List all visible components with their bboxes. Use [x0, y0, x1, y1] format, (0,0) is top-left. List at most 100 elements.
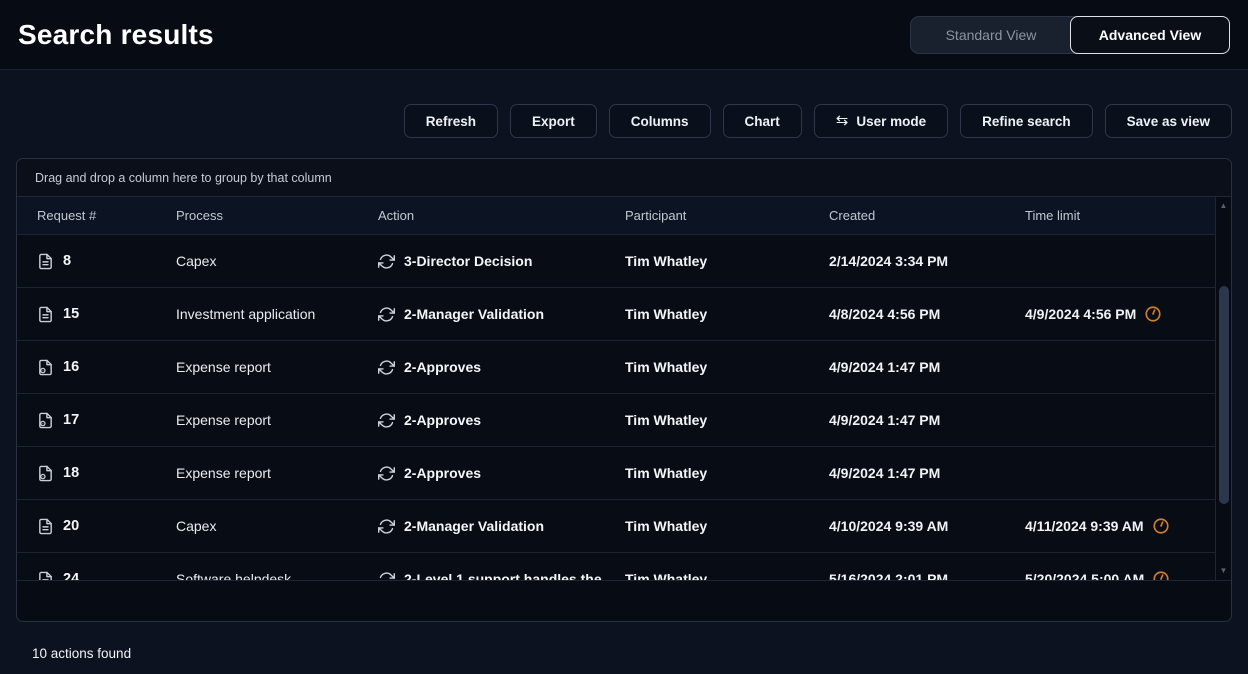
action-cell: 2-Manager Validation	[378, 518, 625, 535]
column-header-request[interactable]: Request #	[37, 208, 176, 223]
action-label: 2-Approves	[404, 359, 481, 375]
action-cell: 2-Approves	[378, 412, 625, 429]
time-limit-cell: 4/11/2024 9:39 AM	[1025, 517, 1215, 535]
participant-cell: Tim Whatley	[625, 359, 829, 375]
request-cell: 18	[37, 464, 176, 483]
time-limit-value: 5/20/2024 5:00 AM	[1025, 571, 1144, 580]
sync-icon	[378, 465, 395, 482]
table-row[interactable]: 20Capex2-Manager ValidationTim Whatley4/…	[17, 500, 1215, 553]
table-row[interactable]: 8 Capex 3-Director Decision Tim Whatley2/14…	[17, 235, 1215, 288]
sync-icon	[378, 253, 395, 270]
clock-icon	[1144, 305, 1162, 323]
column-header-participant[interactable]: Participant	[625, 208, 829, 223]
file-text-icon	[37, 305, 54, 324]
table-body: 8Capex3-Director DecisionTim Whatley2/14…	[17, 235, 1215, 580]
sync-icon	[378, 412, 395, 429]
action-cell: 2-Approves	[378, 465, 625, 482]
user-mode-label: User mode	[856, 114, 926, 129]
scrollbar-thumb[interactable]	[1219, 286, 1229, 504]
column-header-action[interactable]: Action	[378, 208, 625, 223]
refine-search-button[interactable]: Refine search	[960, 104, 1093, 138]
process-cell: Expense report	[176, 412, 378, 428]
action-label: 2-Manager Validation	[404, 518, 544, 534]
action-cell: 2-Manager Validation	[378, 306, 625, 323]
action-cell: 2-Approves	[378, 359, 625, 376]
action-label: 2-Approves	[404, 465, 481, 481]
process-cell: Capex	[176, 253, 378, 269]
participant-cell: Tim Whatley	[625, 518, 829, 534]
created-cell: 4/9/2024 1:47 PM	[829, 465, 1025, 481]
process-cell: Software helpdesk	[176, 571, 378, 580]
refresh-button[interactable]: Refresh	[404, 104, 498, 138]
created-cell: 4/8/2024 4:56 PM	[829, 306, 1025, 322]
toolbar: Refresh Export Columns Chart ⇆ User mode…	[0, 70, 1248, 158]
request-cell: 15	[37, 305, 176, 324]
sync-icon	[378, 571, 395, 581]
created-cell: 5/16/2024 2:01 PM	[829, 571, 1025, 580]
table-row[interactable]: 15Investment application2-Manager Valida…	[17, 288, 1215, 341]
created-cell: 4/9/2024 1:47 PM	[829, 412, 1025, 428]
column-header-process[interactable]: Process	[176, 208, 378, 223]
clock-icon	[1152, 517, 1170, 535]
process-cell: Expense report	[176, 359, 378, 375]
process-cell: Expense report	[176, 465, 378, 481]
action-label: 2-Manager Validation	[404, 306, 544, 322]
grid-table: Request # Process Action Participant Cre…	[17, 197, 1215, 580]
participant-cell: Tim Whatley	[625, 306, 829, 322]
file-text-icon	[37, 252, 54, 271]
vertical-scrollbar[interactable]: ▲ ▼	[1215, 197, 1231, 580]
participant-cell: Tim Whatley	[625, 571, 829, 580]
request-number: 8	[63, 253, 71, 269]
file-gear-icon	[37, 358, 54, 377]
request-number: 18	[63, 465, 79, 481]
created-cell: 4/10/2024 9:39 AM	[829, 518, 1025, 534]
group-by-drop-zone[interactable]: Drag and drop a column here to group by …	[17, 159, 1231, 197]
status-text: 10 actions found	[0, 622, 1248, 661]
action-label: 3-Director Decision	[404, 253, 532, 269]
swap-arrows-icon: ⇆	[836, 113, 849, 128]
export-button[interactable]: Export	[510, 104, 597, 138]
request-number: 16	[63, 359, 79, 375]
chart-button[interactable]: Chart	[723, 104, 802, 138]
grid-viewport: Request # Process Action Participant Cre…	[17, 197, 1231, 581]
participant-cell: Tim Whatley	[625, 412, 829, 428]
created-cell: 4/9/2024 1:47 PM	[829, 359, 1025, 375]
request-cell: 16	[37, 358, 176, 377]
view-toggle: Standard View Advanced View	[910, 16, 1230, 54]
file-text-icon	[37, 517, 54, 536]
request-cell: 20	[37, 517, 176, 536]
request-number: 20	[63, 518, 79, 534]
column-header-created[interactable]: Created	[829, 208, 1025, 223]
save-as-view-button[interactable]: Save as view	[1105, 104, 1232, 138]
time-limit-cell: 4/9/2024 4:56 PM	[1025, 305, 1215, 323]
user-mode-button[interactable]: ⇆ User mode	[814, 104, 948, 138]
action-label: 2-Level 1 support handles the	[404, 571, 602, 580]
sync-icon	[378, 359, 395, 376]
table-row[interactable]: 16 Expense report 2-Approves Tim Whatley4/9…	[17, 341, 1215, 394]
request-number: 24	[63, 571, 79, 580]
request-cell: 8	[37, 252, 176, 271]
table-row[interactable]: 24 Software helpdesk 2-Level 1 support han…	[17, 553, 1215, 580]
file-gear-icon	[37, 411, 54, 430]
request-number: 17	[63, 412, 79, 428]
columns-button[interactable]: Columns	[609, 104, 711, 138]
scroll-up-icon[interactable]: ▲	[1220, 202, 1228, 210]
advanced-view-button[interactable]: Advanced View	[1070, 16, 1230, 54]
standard-view-button[interactable]: Standard View	[911, 17, 1071, 53]
process-cell: Capex	[176, 518, 378, 534]
table-row[interactable]: 18 Expense report 2-Approves Tim Whatley4/9…	[17, 447, 1215, 500]
sync-icon	[378, 518, 395, 535]
results-grid: Drag and drop a column here to group by …	[16, 158, 1232, 622]
top-bar: Search results Standard View Advanced Vi…	[0, 0, 1248, 70]
scroll-down-icon[interactable]: ▼	[1220, 567, 1228, 575]
file-gear-icon	[37, 464, 54, 483]
created-cell: 2/14/2024 3:34 PM	[829, 253, 1025, 269]
request-cell: 17	[37, 411, 176, 430]
action-label: 2-Approves	[404, 412, 481, 428]
table-row[interactable]: 17 Expense report 2-Approves Tim Whatley4/9…	[17, 394, 1215, 447]
participant-cell: Tim Whatley	[625, 253, 829, 269]
request-number: 15	[63, 306, 79, 322]
action-cell: 2-Level 1 support handles the	[378, 571, 625, 581]
participant-cell: Tim Whatley	[625, 465, 829, 481]
column-header-time-limit[interactable]: Time limit	[1025, 208, 1215, 223]
